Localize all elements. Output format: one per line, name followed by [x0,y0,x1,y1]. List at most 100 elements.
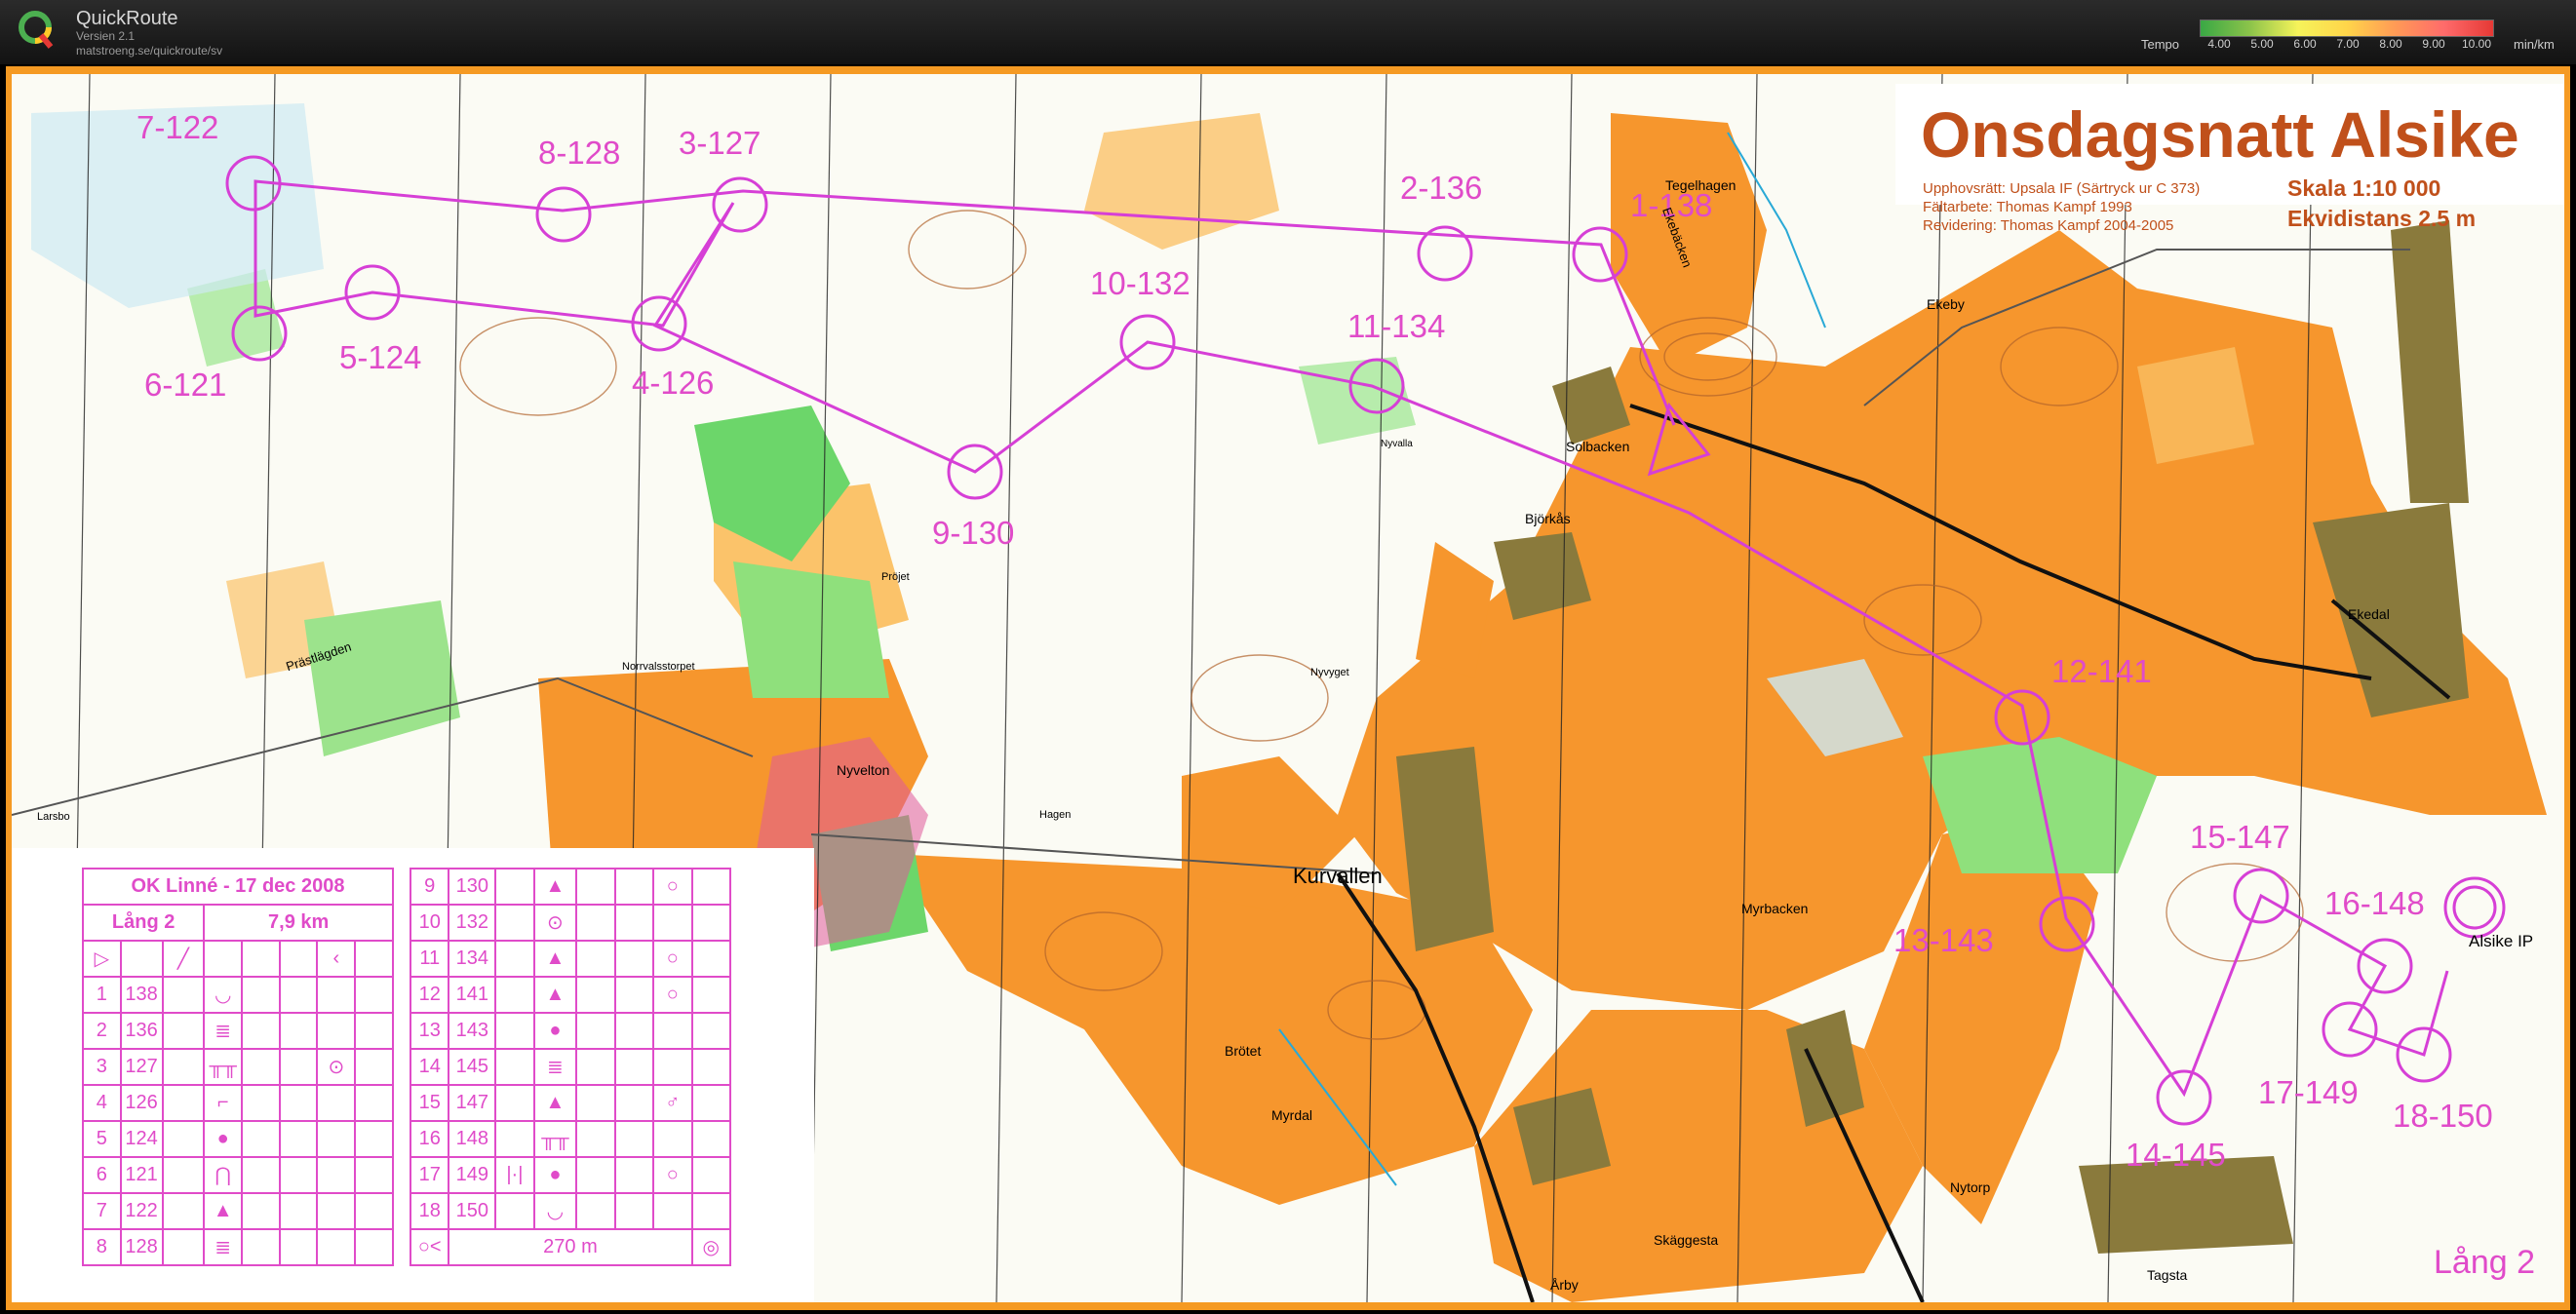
location-symbol [316,1120,357,1158]
control-label-15: 15-147 [2190,819,2290,855]
control-circle-3[interactable] [712,176,768,233]
control-label-2: 2-136 [1400,170,1483,206]
finish-circle-inner[interactable] [2452,885,2497,930]
location-symbol [316,1012,357,1050]
control-code: 141 [448,976,497,1014]
place-name: Årby [1550,1277,1579,1293]
feature-symbol: ▲ [532,868,578,906]
control-label-7: 7-122 [137,109,219,145]
feature-symbol: ⌐ [203,1084,244,1122]
control-code: 128 [119,1228,164,1266]
feature-symbol: ≣ [203,1012,244,1050]
place-name: Solbacken [1566,439,1630,454]
feature-symbol: ● [203,1120,244,1158]
control-circle-14[interactable] [2156,1069,2212,1126]
place-name: Norrvalsstorpet [622,661,695,673]
row-number: 14 [409,1048,450,1086]
place-name: Myrdal [1271,1107,1313,1123]
place-name: Nyvelton [837,762,890,778]
control-label-14: 14-145 [2126,1137,2226,1173]
row-number: 9 [409,868,450,906]
control-code: 134 [448,940,497,978]
tempo-label: Tempo [2141,37,2180,52]
location-symbol [316,1228,357,1266]
credit-line: Revidering: Thomas Kampf 2004-2005 [1923,217,2174,234]
control-code: 136 [119,1012,164,1050]
row-number: 11 [409,940,450,978]
control-code: 124 [119,1120,164,1158]
control-label-16: 16-148 [2324,885,2425,921]
location-symbol: ♂ [652,1084,693,1122]
control-label-13: 13-143 [1893,922,1994,958]
finish-icon: ◎ [690,1228,732,1266]
row-number: 1 [82,976,122,1014]
feature-symbol: ▲ [532,1084,578,1122]
location-symbol: ○ [652,976,693,1014]
row-number: 5 [82,1120,122,1158]
map-credits: Upphovsrätt: Upsala IF (Särtryck ur C 37… [1923,179,2200,235]
place-name: Hagen [1039,809,1072,821]
place-name: Björkås [1525,511,1571,526]
tempo-tick: 5.00 [2250,37,2274,51]
tempo-color-scale[interactable] [2200,19,2494,37]
app-toolbar: QuickRoute Versien 2.1 matstroeng.se/qui… [0,0,2576,64]
control-code: 147 [448,1084,497,1122]
control-row: 17 149 |·| ● ○ [409,1156,732,1194]
control-code: 149 [448,1156,497,1194]
location-symbol [316,1156,357,1194]
location-symbol: ○ [652,1156,693,1194]
place-name: Myrbacken [1741,901,1809,916]
feature-symbol: ╥╥ [532,1120,578,1158]
row-number: 3 [82,1048,122,1086]
feature-symbol: ≣ [532,1048,578,1086]
control-circle-8[interactable] [535,186,592,243]
tempo-tick: 6.00 [2293,37,2317,51]
control-circle-11[interactable] [1348,358,1405,414]
scale-text: Skala 1:10 000 [2287,175,2441,201]
control-description-table-right: 9 130 ▲ ○ 10 132 ⊙ 11 134 ▲ ○ 12 141 ▲ ○ 13 143 ● 14 1… [409,868,732,1266]
app-url[interactable]: matstroeng.se/quickroute/sv [76,44,222,58]
control-label-6: 6-121 [144,367,227,403]
credit-line: Fältarbete: Thomas Kampf 1993 [1923,199,2132,215]
place-name: Tegelhagen [1665,177,1737,193]
row-number: 2 [82,1012,122,1050]
control-circle-12[interactable] [1994,689,2050,746]
place-name: Nytorp [1950,1179,1991,1195]
control-row: 4 126 ⌐ [82,1084,394,1122]
place-name: Brötet [1225,1043,1262,1059]
control-label-12: 12-141 [2051,653,2152,689]
location-symbol [316,1084,357,1122]
control-label-5: 5-124 [339,339,422,375]
feature-symbol: ◡ [532,1192,578,1230]
control-circle-13[interactable] [2039,896,2095,952]
row-number: 15 [409,1084,450,1122]
row-number: 18 [409,1192,450,1230]
feature-symbol: ▲ [532,940,578,978]
control-label-3: 3-127 [679,125,761,161]
tempo-tick: 7.00 [2336,37,2360,51]
start-triangle-icon: ▷ [82,940,122,978]
tempo-unit: min/km [2514,37,2555,52]
location-symbol [652,1120,693,1158]
place-name: Tagsta [2147,1267,2188,1283]
control-row: 13 143 ● [409,1012,732,1050]
row-number: 13 [409,1012,450,1050]
control-description-table-left: OK Linné - 17 dec 2008 Lång 2 7,9 km ▷ ╱… [81,868,394,1266]
finish-distance: 270 m [448,1228,693,1266]
control-circle-1[interactable] [1572,226,1628,283]
control-row: 8 128 ≣ [82,1228,394,1266]
quickroute-logo-icon [19,11,54,49]
control-description-card: OK Linné - 17 dec 2008 Lång 2 7,9 km ▷ ╱… [12,848,814,1302]
place-name: Skäggesta [1654,1232,1719,1248]
control-code: 150 [448,1192,497,1230]
orienteering-map[interactable]: 1-138 2-136 3-127 4-126 5-124 6-121 7-12… [12,74,2564,1302]
control-label-18: 18-150 [2393,1098,2493,1134]
tempo-tick: 10.00 [2461,37,2492,51]
control-row: 5 124 ● [82,1120,394,1158]
control-code: 130 [448,868,497,906]
course-label: Lång 2 [2434,1244,2535,1281]
location-symbol [316,1192,357,1230]
course-length: 7,9 km [203,904,394,942]
location-symbol: ○ [652,868,693,906]
control-row: 11 134 ▲ ○ [409,940,732,978]
